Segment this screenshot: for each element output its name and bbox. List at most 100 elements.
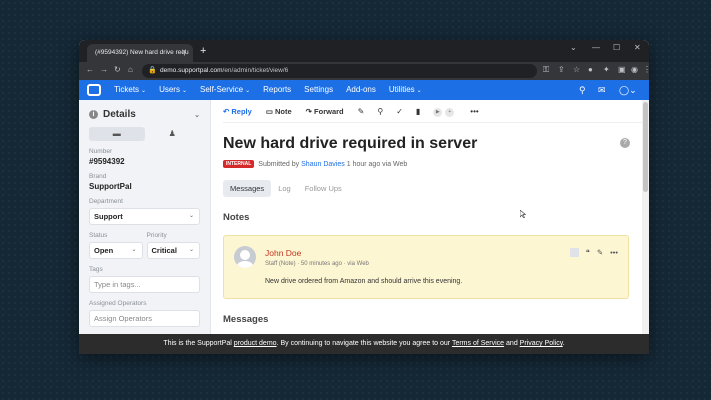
banner-middle: . By continuing to navigate this website… [276, 340, 451, 347]
tab-messages[interactable]: Messages [223, 180, 272, 197]
status-value: Open [94, 246, 114, 255]
tab-log[interactable]: Log [271, 180, 298, 197]
scrollbar[interactable] [642, 100, 649, 354]
browser-menu-icon[interactable]: ⋮ [643, 65, 649, 74]
terms-of-service-link[interactable]: Terms of Service [452, 340, 504, 347]
nav-item-utilities[interactable]: Utilities ⌄ [389, 80, 422, 101]
nav-item-reports[interactable]: Reports [263, 80, 291, 101]
priority-select[interactable]: Critical ⌄ [146, 242, 200, 259]
nav-item-tickets[interactable]: Tickets ⌄ [114, 80, 146, 101]
brand-value: SupportPal [89, 182, 132, 191]
tags-label: Tags [89, 266, 103, 273]
forward-button[interactable]: ↷ Forward [306, 107, 344, 116]
scrollbar-thumb[interactable] [643, 102, 648, 192]
nav-item-settings[interactable]: Settings [304, 80, 333, 101]
number-value: #9594392 [89, 157, 125, 166]
nav-item-users[interactable]: Users ⌄ [159, 80, 187, 101]
nav-item-label: Reports [263, 85, 292, 94]
tab-ticket-details[interactable]: ▬ [89, 127, 145, 141]
department-value: Support [94, 212, 123, 221]
reload-icon[interactable]: ↻ [114, 65, 121, 74]
forward-arrow-icon: ↷ [305, 106, 315, 116]
chevron-down-icon: ⌄ [141, 88, 147, 94]
sidepanel-icon[interactable]: ▣ [618, 65, 626, 74]
share-icon[interactable]: ⇪ [558, 65, 565, 74]
status-label: Status [89, 232, 108, 239]
supportpal-logo-icon[interactable] [87, 84, 101, 96]
note-author[interactable]: John Doe [265, 248, 301, 258]
ticket-meta: INTERNAL Submitted by Shaun Davies 1 hou… [223, 160, 642, 168]
nav-item-label: Users [159, 85, 180, 94]
submitter-link[interactable]: Shaun Davies [301, 161, 345, 168]
ticket-title: New hard drive required in server [223, 135, 478, 152]
browser-window: (#9594392) New hard drive requ ✕ + ⌄ — ☐… [79, 40, 649, 354]
browser-tab-bar: (#9594392) New hard drive requ ✕ + ⌄ — ☐… [79, 40, 649, 62]
chat-icon[interactable]: ✉ [598, 80, 606, 100]
profile-avatar-icon[interactable]: ◉ [631, 65, 638, 74]
key-icon[interactable]: ⚿ [543, 65, 549, 75]
note-button[interactable]: ▭ Note [266, 107, 292, 116]
assign-operators-input[interactable]: Assign Operators [89, 310, 200, 327]
note-label: Note [274, 106, 292, 116]
new-tab-icon[interactable]: + [200, 44, 206, 58]
submitted-suffix: 1 hour ago via Web [346, 160, 408, 168]
chevron-down-icon: ⌄ [188, 247, 194, 253]
lock-icon: 🔒 [148, 67, 157, 74]
minimize-icon[interactable]: — [592, 43, 600, 52]
note-role: Staff (Note) [265, 261, 296, 267]
maximize-icon[interactable]: ☐ [613, 43, 620, 52]
privacy-policy-link[interactable]: Privacy Policy [520, 340, 563, 347]
help-icon[interactable]: ? [620, 138, 630, 148]
tab-search-icon[interactable]: ⌄ [570, 43, 577, 52]
select-checkbox[interactable] [569, 248, 579, 257]
url-host: demo.supportpal.com [160, 67, 223, 74]
status-select[interactable]: Open ⌄ [89, 242, 143, 259]
edit-icon[interactable]: ✎ [597, 248, 603, 257]
trash-icon[interactable]: ▮ [416, 107, 420, 116]
main-menu: Tickets ⌄ Users ⌄ Self-Service ⌄ Reports Se… [114, 80, 422, 101]
nav-item-self-service[interactable]: Self-Service ⌄ [200, 80, 250, 101]
forward-icon[interactable]: → [100, 65, 108, 74]
tab-user-details[interactable]: ♟ [145, 127, 201, 141]
user-avatar-icon[interactable]: ◯⌄ [619, 80, 637, 100]
plus-icon[interactable]: + [445, 107, 455, 117]
notes-heading: Notes [223, 212, 250, 223]
edit-pencil-icon[interactable]: ✎ [358, 107, 365, 116]
more-options-icon[interactable]: ••• [470, 107, 478, 116]
url-field[interactable]: 🔒 demo.supportpal.com/en/admin/ticket/vi… [142, 64, 537, 78]
close-window-icon[interactable]: ✕ [634, 43, 641, 52]
check-icon[interactable]: ✓ [396, 107, 403, 116]
nav-item-add-ons[interactable]: Add-ons [346, 80, 376, 101]
extension-icon[interactable]: ● [588, 65, 593, 74]
reply-button[interactable]: ↶ Reply [223, 107, 252, 116]
bookmark-star-icon[interactable]: ☆ [573, 65, 580, 74]
pin-icon[interactable]: ⚲ [377, 107, 383, 116]
prev-next-buttons[interactable]: ▶ + [433, 106, 457, 117]
quote-icon[interactable]: ❝ [586, 248, 590, 257]
ticket-icon: ▬ [112, 129, 121, 138]
forward-label: Forward [314, 106, 344, 116]
puzzle-icon[interactable]: ✦ [603, 65, 610, 74]
assigned-operators-label: Assigned Operators [89, 300, 147, 307]
ticket-toolbar: ↶ Reply ▭ Note ↷ Forward ✎ ⚲ ✓ ▮ ▶ + ••• [223, 100, 642, 123]
tab-follow-ups[interactable]: Follow Ups [298, 180, 349, 197]
product-demo-link[interactable]: product demo [234, 340, 277, 347]
chevron-down-icon: ⌄ [181, 88, 187, 94]
search-icon[interactable]: ⚲ [579, 80, 586, 100]
details-header[interactable]: i Details ⌄ [89, 109, 200, 120]
play-icon[interactable]: ▶ [433, 107, 443, 117]
address-bar-row: ← → ↻ ⌂ 🔒 demo.supportpal.com/en/admin/t… [79, 62, 649, 80]
avatar [234, 246, 256, 268]
note-body: New drive ordered from Amazon and should… [265, 278, 463, 285]
browser-tab[interactable]: (#9594392) New hard drive requ ✕ [87, 44, 193, 62]
back-icon[interactable]: ← [86, 65, 94, 74]
more-options-icon[interactable]: ••• [610, 248, 618, 257]
status-priority-row: Status Open ⌄ Priority Critical ⌄ [89, 225, 200, 259]
banner-and: and [506, 340, 518, 347]
ticket-content: ↶ Reply ▭ Note ↷ Forward ✎ ⚲ ✓ ▮ ▶ + ••• … [211, 100, 642, 354]
close-tab-icon[interactable]: ✕ [181, 44, 187, 62]
home-icon[interactable]: ⌂ [128, 65, 133, 74]
tags-input[interactable]: Type in tags... [89, 276, 200, 293]
department-select[interactable]: Support ⌄ [89, 208, 200, 225]
nav-item-label: Self-Service [200, 85, 244, 94]
